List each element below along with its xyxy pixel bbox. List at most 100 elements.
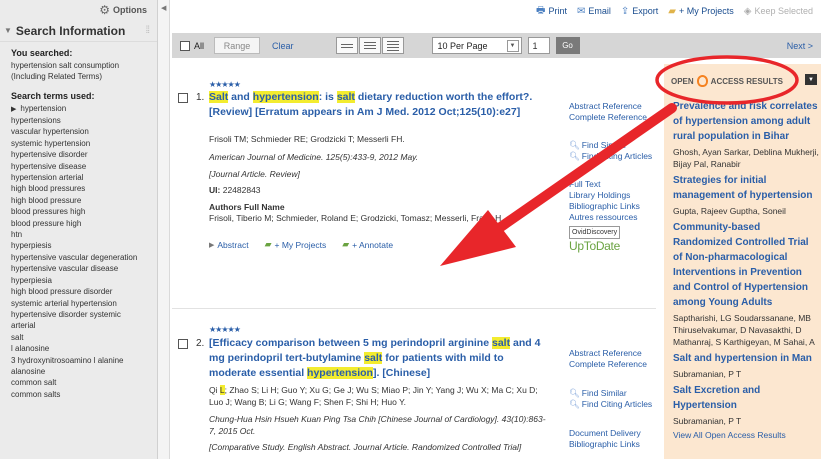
full-text-link[interactable]: Full Text xyxy=(569,179,656,190)
open-access-title-link[interactable]: Salt and hypertension in Man xyxy=(673,351,819,366)
search-term-item[interactable]: alanosine xyxy=(11,366,157,377)
export-button[interactable]: ⇪ Export xyxy=(621,6,658,17)
search-info-sidebar: ⚙ Options ▼ Search Information ⁞⁞ You se… xyxy=(0,0,158,459)
sidebar-collapse-strip[interactable]: ◀ xyxy=(158,0,170,459)
clear-link[interactable]: Clear xyxy=(272,41,294,51)
search-term-item[interactable]: hypertensive disease xyxy=(11,161,157,172)
ovid-discovery-button[interactable]: OvidDiscovery xyxy=(569,226,621,239)
search-term-item[interactable]: systemic arterial hypertension xyxy=(11,298,157,309)
result-checkbox[interactable] xyxy=(178,339,188,349)
highlight: salt xyxy=(491,337,511,349)
term-first[interactable]: ▶ hypertension xyxy=(11,103,157,115)
search-term-item[interactable]: htn xyxy=(11,229,157,240)
search-term-item[interactable]: hypertensions xyxy=(11,115,157,126)
search-term-item[interactable]: hypertensive vascular disease xyxy=(11,263,157,274)
find-similar-link[interactable]: 🔍︎ Find Similar xyxy=(569,140,656,151)
expand-arrow-icon[interactable]: ▶ xyxy=(11,106,16,113)
search-term-item[interactable]: hyperpiesis xyxy=(11,240,157,251)
search-term-item[interactable]: high blood pressure xyxy=(11,195,157,206)
bibliographic-links-link[interactable]: Bibliographic Links xyxy=(569,439,656,450)
result-title[interactable]: [Efficacy comparison between 5 mg perind… xyxy=(209,336,549,381)
result-authors: Frisoli TM; Schmieder RE; Grodzicki T; M… xyxy=(209,134,405,144)
abstract-reference-link[interactable]: Abstract Reference xyxy=(569,101,656,112)
search-term-item[interactable]: 3 hydroxynitrosoamino l alanine xyxy=(11,355,157,366)
search-term-item[interactable]: high blood pressure disorder xyxy=(11,286,157,297)
printer-icon: 🖶 xyxy=(536,4,546,16)
print-button[interactable]: 🖶 Print xyxy=(536,3,567,20)
select-all-checkbox[interactable] xyxy=(180,40,190,51)
search-term-item[interactable]: blood pressure high xyxy=(11,218,157,229)
view-full-button[interactable] xyxy=(381,37,404,54)
open-access-title-link[interactable]: Prevalence and risk correlates of hypert… xyxy=(673,99,819,144)
search-term-item[interactable]: vascular hypertension xyxy=(11,126,157,137)
bibliographic-links-link[interactable]: Bibliographic Links xyxy=(569,201,656,212)
per-page-select[interactable]: 10 Per Page ▼ xyxy=(431,37,522,54)
search-info-header[interactable]: ▼ Search Information ⁞⁞ xyxy=(0,20,157,42)
keep-selected-button[interactable]: ◈ Keep Selected xyxy=(744,6,813,17)
search-term-item[interactable]: hypertensive vascular degeneration xyxy=(11,252,157,263)
view-all-open-access-link[interactable]: View All Open Access Results xyxy=(673,430,819,440)
email-icon: ✉ xyxy=(576,5,586,17)
search-term-item[interactable]: common salts xyxy=(11,389,157,400)
search-term-item[interactable]: hypertensive disorder xyxy=(11,149,157,160)
highlight: hypertension xyxy=(252,91,319,103)
full-name-value: Frisoli, Tiberio M; Schmieder, Roland E;… xyxy=(209,213,504,223)
options-bar[interactable]: ⚙ Options xyxy=(0,0,157,20)
result-title[interactable]: Salt and hypertension: is salt dietary r… xyxy=(209,90,549,120)
other-resources-link[interactable]: Autres ressources xyxy=(569,212,656,223)
view-standard-button[interactable] xyxy=(358,37,381,54)
folder-icon: ▰ xyxy=(668,5,676,17)
search-term-item[interactable]: hypertensive disorder systemic xyxy=(11,309,157,320)
abstract-label: Abstract xyxy=(217,239,249,250)
complete-reference-link[interactable]: Complete Reference xyxy=(569,112,656,123)
chevron-down-icon[interactable]: ▼ xyxy=(506,39,519,52)
term-first-label: hypertension xyxy=(20,104,67,113)
search-term-item[interactable]: systemic hypertension xyxy=(11,138,157,149)
find-citing-link[interactable]: 🔍︎ Find Citing Articles xyxy=(569,399,656,410)
abstract-link[interactable]: ▶ Abstract xyxy=(209,239,249,250)
complete-reference-link[interactable]: Complete Reference xyxy=(569,359,656,370)
search-term-item[interactable]: hypertension arterial xyxy=(11,172,157,183)
open-access-title-link[interactable]: Strategies for initial management of hyp… xyxy=(673,173,819,203)
annotate-link[interactable]: ▰ + Annotate xyxy=(342,239,393,250)
open-access-title-link[interactable]: Community-based Randomized Controlled Tr… xyxy=(673,220,819,310)
search-term-item[interactable]: salt xyxy=(11,332,157,343)
next-page-link[interactable]: Next > xyxy=(787,41,813,51)
search-term-item[interactable]: blood pressures high xyxy=(11,206,157,217)
panel-menu-icon[interactable]: ▼ xyxy=(805,74,817,85)
search-term-item[interactable]: l alanosine xyxy=(11,343,157,354)
search-term-item[interactable]: arterial xyxy=(11,320,157,331)
searched-heading: You searched: xyxy=(11,48,73,58)
find-similar-link[interactable]: 🔍︎ Find Similar xyxy=(569,388,656,399)
range-button[interactable]: Range xyxy=(214,37,261,54)
search-term-item[interactable]: high blood pressures xyxy=(11,183,157,194)
search-info-title: Search Information xyxy=(15,23,126,38)
drag-handle-icon[interactable]: ⁞⁞ xyxy=(145,25,149,36)
collapse-triangle-icon[interactable]: ▼ xyxy=(4,26,12,35)
abstract-reference-link[interactable]: Abstract Reference xyxy=(569,348,656,359)
export-label: Export xyxy=(632,6,659,16)
view-title-only-button[interactable] xyxy=(335,37,358,54)
add-my-projects-link[interactable]: ▰ + My Projects xyxy=(265,239,327,250)
page-number-input[interactable]: 1 xyxy=(527,37,550,54)
result-side-links: Abstract Reference Complete Reference 🔍︎… xyxy=(569,101,656,252)
document-delivery-link[interactable]: Document Delivery xyxy=(569,428,656,439)
my-projects-button[interactable]: ▰ + My Projects xyxy=(668,6,733,17)
find-citing-link[interactable]: 🔍︎ Find Citing Articles xyxy=(569,151,656,162)
search-term-item[interactable]: common salt xyxy=(11,377,157,388)
result-checkbox[interactable] xyxy=(178,93,188,103)
title-text: ]. [Chinese] xyxy=(372,367,431,379)
email-button[interactable]: ✉ Email xyxy=(577,6,611,17)
options-label[interactable]: Options xyxy=(113,5,147,15)
terms-list: hypertensions vascular hypertension system… xyxy=(11,115,157,400)
results-toolbar: All Range Clear 10 Per Page ▼ 1 Go Next … xyxy=(172,33,821,58)
relevance-stars: ★★★★★ xyxy=(209,80,241,89)
collapse-left-icon[interactable]: ◀ xyxy=(161,4,166,12)
library-holdings-link[interactable]: Library Holdings xyxy=(569,190,656,201)
annotate-icon: ▰ xyxy=(342,239,350,249)
uptodate-logo[interactable]: UpToDate xyxy=(569,240,656,252)
go-button[interactable]: Go xyxy=(555,37,580,54)
open-access-title-link[interactable]: Salt Excretion and Hypertension xyxy=(673,383,819,413)
gear-icon[interactable]: ⚙ xyxy=(99,3,110,17)
search-term-item[interactable]: hyperpiesia xyxy=(11,275,157,286)
